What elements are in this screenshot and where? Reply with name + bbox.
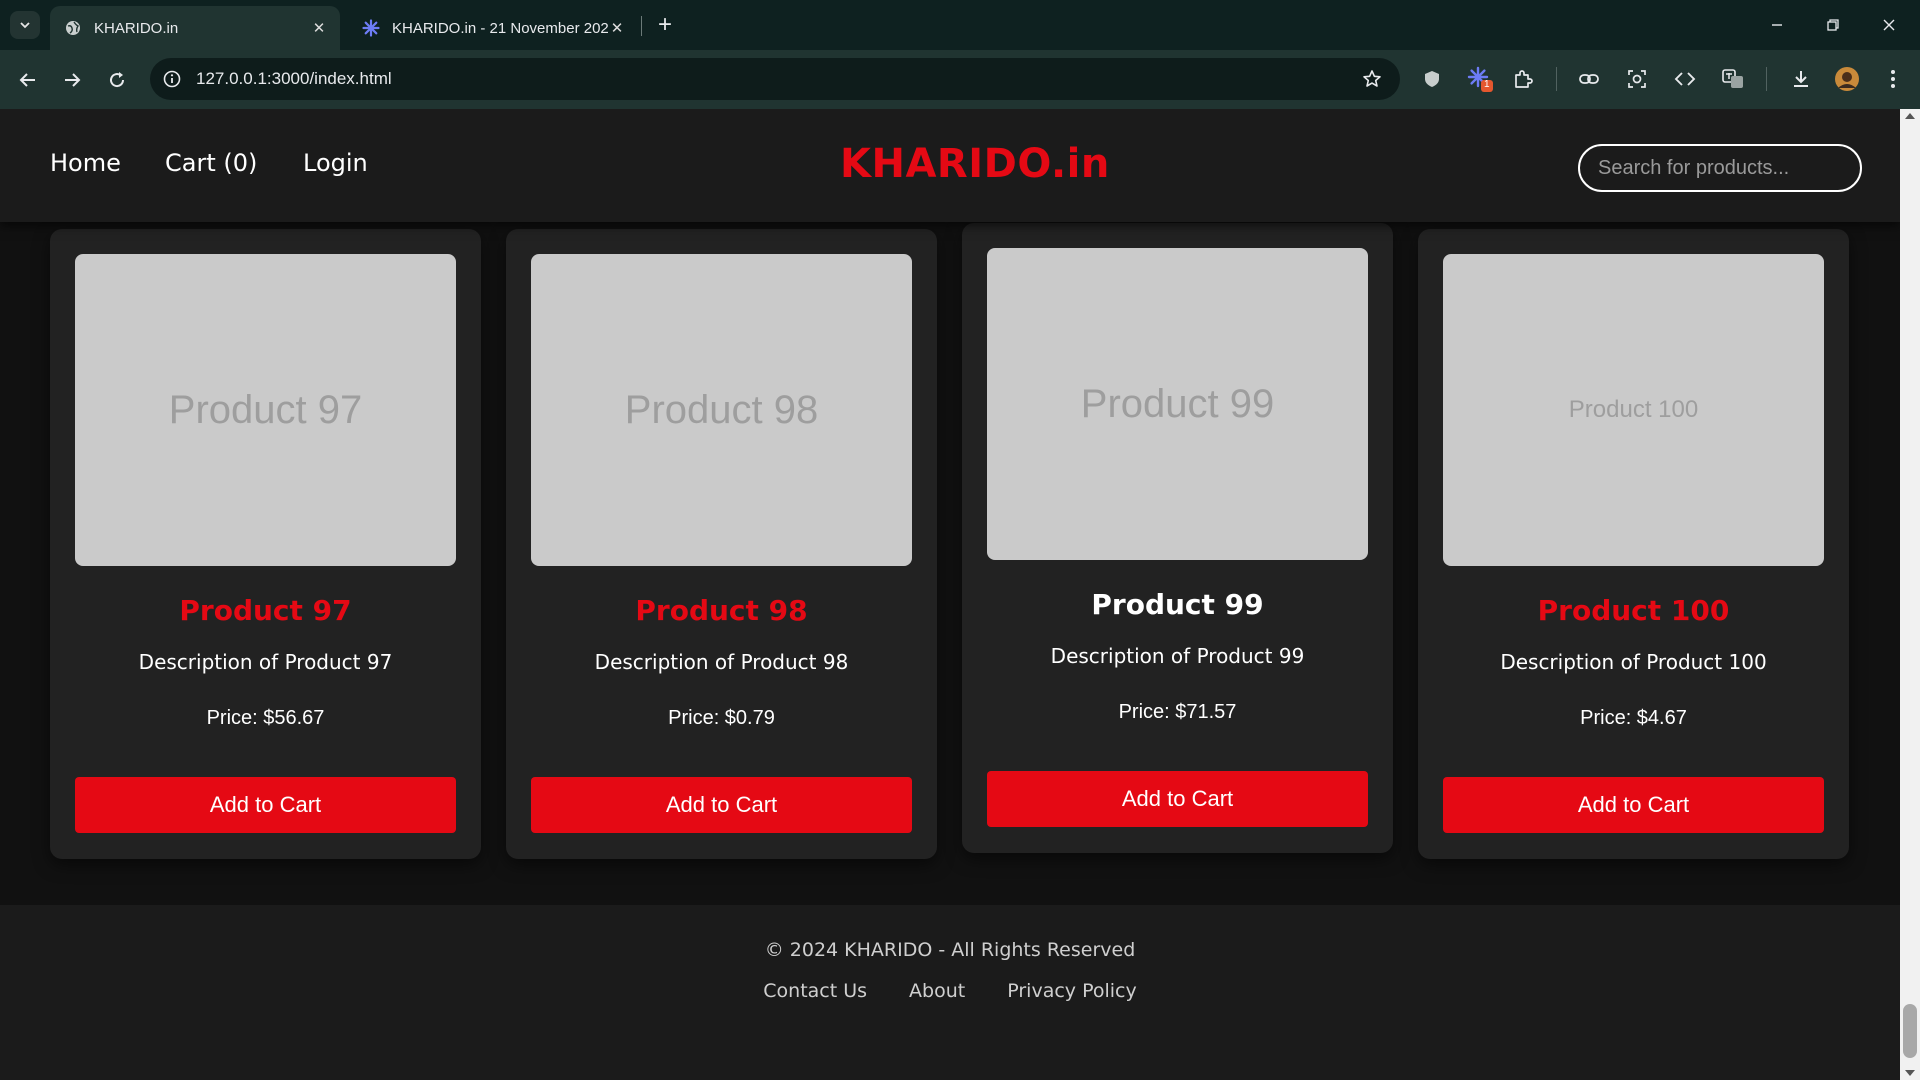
product-price: Price: $4.67 xyxy=(1580,707,1687,729)
globe-icon xyxy=(64,19,82,37)
chevron-down-icon xyxy=(20,22,30,29)
product-image-label: Product 99 xyxy=(1080,381,1275,426)
close-icon xyxy=(1883,19,1895,31)
product-price: Price: $0.79 xyxy=(668,707,775,729)
screenshot-icon[interactable] xyxy=(1623,65,1651,93)
reload-button[interactable] xyxy=(101,64,133,96)
product-image: Product 99 xyxy=(987,248,1368,560)
extension-badge: 1 xyxy=(1484,79,1490,90)
browser-tab-strip: KHARIDO.in ✕ KHARIDO.in - 21 November 20… xyxy=(0,0,1920,50)
extension-sparkle-icon[interactable]: 1 xyxy=(1466,65,1494,93)
nav-login-link[interactable]: Login xyxy=(303,149,368,177)
scroll-up-arrow-icon[interactable] xyxy=(1905,113,1915,119)
add-to-cart-button[interactable]: Add to Cart xyxy=(531,777,912,833)
puzzle-icon[interactable] xyxy=(1509,65,1537,93)
add-to-cart-button[interactable]: Add to Cart xyxy=(1443,777,1824,833)
toolbar-divider xyxy=(1556,67,1557,91)
back-button[interactable] xyxy=(12,64,44,96)
shield-icon[interactable] xyxy=(1418,65,1446,93)
product-image-label: Product 100 xyxy=(1568,396,1699,423)
minimize-button[interactable] xyxy=(1754,8,1800,42)
download-icon[interactable] xyxy=(1787,65,1815,93)
page-scrollbar[interactable] xyxy=(1900,109,1920,1080)
product-grid: Product 97 Product 97 Description of Pro… xyxy=(50,223,1850,869)
link-icon[interactable] xyxy=(1575,65,1603,93)
add-to-cart-button[interactable]: Add to Cart xyxy=(987,771,1368,827)
new-tab-button[interactable]: + xyxy=(652,11,678,38)
footer-link-contact[interactable]: Contact Us xyxy=(763,980,867,1002)
product-description: Description of Product 100 xyxy=(1500,650,1767,674)
minimize-icon xyxy=(1772,24,1782,26)
reload-icon xyxy=(110,72,125,88)
browser-tab-inactive[interactable]: KHARIDO.in - 21 November 2024 ✕ xyxy=(348,6,638,50)
product-description: Description of Product 99 xyxy=(1050,644,1305,668)
product-image: Product 100 xyxy=(1443,254,1824,566)
restore-icon xyxy=(1827,19,1839,31)
product-price: Price: $71.57 xyxy=(1118,701,1237,723)
close-window-button[interactable] xyxy=(1866,8,1912,42)
toolbar-divider xyxy=(1766,67,1767,91)
product-card: Product 97 Product 97 Description of Pro… xyxy=(50,229,481,859)
page-viewport: Home Cart (0) Login KHARIDO.in Product 9… xyxy=(0,109,1900,1080)
browser-tab-active[interactable]: KHARIDO.in ✕ xyxy=(50,6,340,50)
close-tab-icon[interactable]: ✕ xyxy=(608,19,626,37)
forward-button[interactable] xyxy=(56,64,88,96)
product-price: Price: $56.67 xyxy=(206,707,325,729)
site-footer: © 2024 KHARIDO - All Rights Reserved Con… xyxy=(0,905,1900,1080)
tab-title: KHARIDO.in - 21 November 2024 xyxy=(392,19,608,37)
add-to-cart-button[interactable]: Add to Cart xyxy=(75,777,456,833)
footer-link-privacy[interactable]: Privacy Policy xyxy=(1007,980,1136,1002)
url-text: 127.0.0.1:3000/index.html xyxy=(196,69,392,88)
site-logo[interactable]: KHARIDO.in xyxy=(840,141,1110,187)
restore-button[interactable] xyxy=(1810,8,1856,42)
tab-divider xyxy=(641,16,642,36)
product-name: Product 97 xyxy=(179,594,352,627)
product-image-label: Product 97 xyxy=(168,387,363,432)
product-description: Description of Product 98 xyxy=(594,650,849,674)
profile-avatar[interactable] xyxy=(1833,65,1861,93)
close-tab-icon[interactable]: ✕ xyxy=(310,19,328,37)
footer-links: Contact Us About Privacy Policy xyxy=(0,980,1900,1002)
nav-cart-link[interactable]: Cart (0) xyxy=(165,149,257,177)
product-description: Description of Product 97 xyxy=(138,650,393,674)
bookmark-star-icon[interactable] xyxy=(1360,67,1384,91)
code-icon[interactable] xyxy=(1671,65,1699,93)
arrow-left-icon xyxy=(19,73,35,87)
sparkle-icon xyxy=(362,19,380,37)
more-menu-icon[interactable] xyxy=(1879,65,1907,93)
scroll-down-arrow-icon[interactable] xyxy=(1905,1070,1915,1076)
product-image: Product 98 xyxy=(531,254,912,566)
footer-link-about[interactable]: About xyxy=(909,980,965,1002)
translate-icon[interactable] xyxy=(1719,65,1747,93)
product-image: Product 97 xyxy=(75,254,456,566)
product-image-label: Product 98 xyxy=(624,387,819,432)
tab-search-dropdown-button[interactable] xyxy=(10,11,40,39)
product-card: Product 100 Product 100 Description of P… xyxy=(1418,229,1849,859)
product-name: Product 99 xyxy=(1091,588,1264,621)
scrollbar-thumb[interactable] xyxy=(1903,1004,1917,1058)
address-bar[interactable]: 127.0.0.1:3000/index.html xyxy=(150,58,1400,100)
copyright-text: © 2024 KHARIDO - All Rights Reserved xyxy=(764,939,1136,961)
site-header: Home Cart (0) Login KHARIDO.in xyxy=(0,109,1900,222)
search-input[interactable] xyxy=(1578,144,1862,192)
product-name: Product 100 xyxy=(1537,594,1730,627)
product-card: Product 99 Product 99 Description of Pro… xyxy=(962,223,1393,853)
site-info-icon[interactable] xyxy=(162,69,182,89)
nav-home-link[interactable]: Home xyxy=(50,149,121,177)
tab-title: KHARIDO.in xyxy=(94,19,179,37)
arrow-right-icon xyxy=(65,73,81,87)
product-card: Product 98 Product 98 Description of Pro… xyxy=(506,229,937,859)
product-name: Product 98 xyxy=(635,594,808,627)
